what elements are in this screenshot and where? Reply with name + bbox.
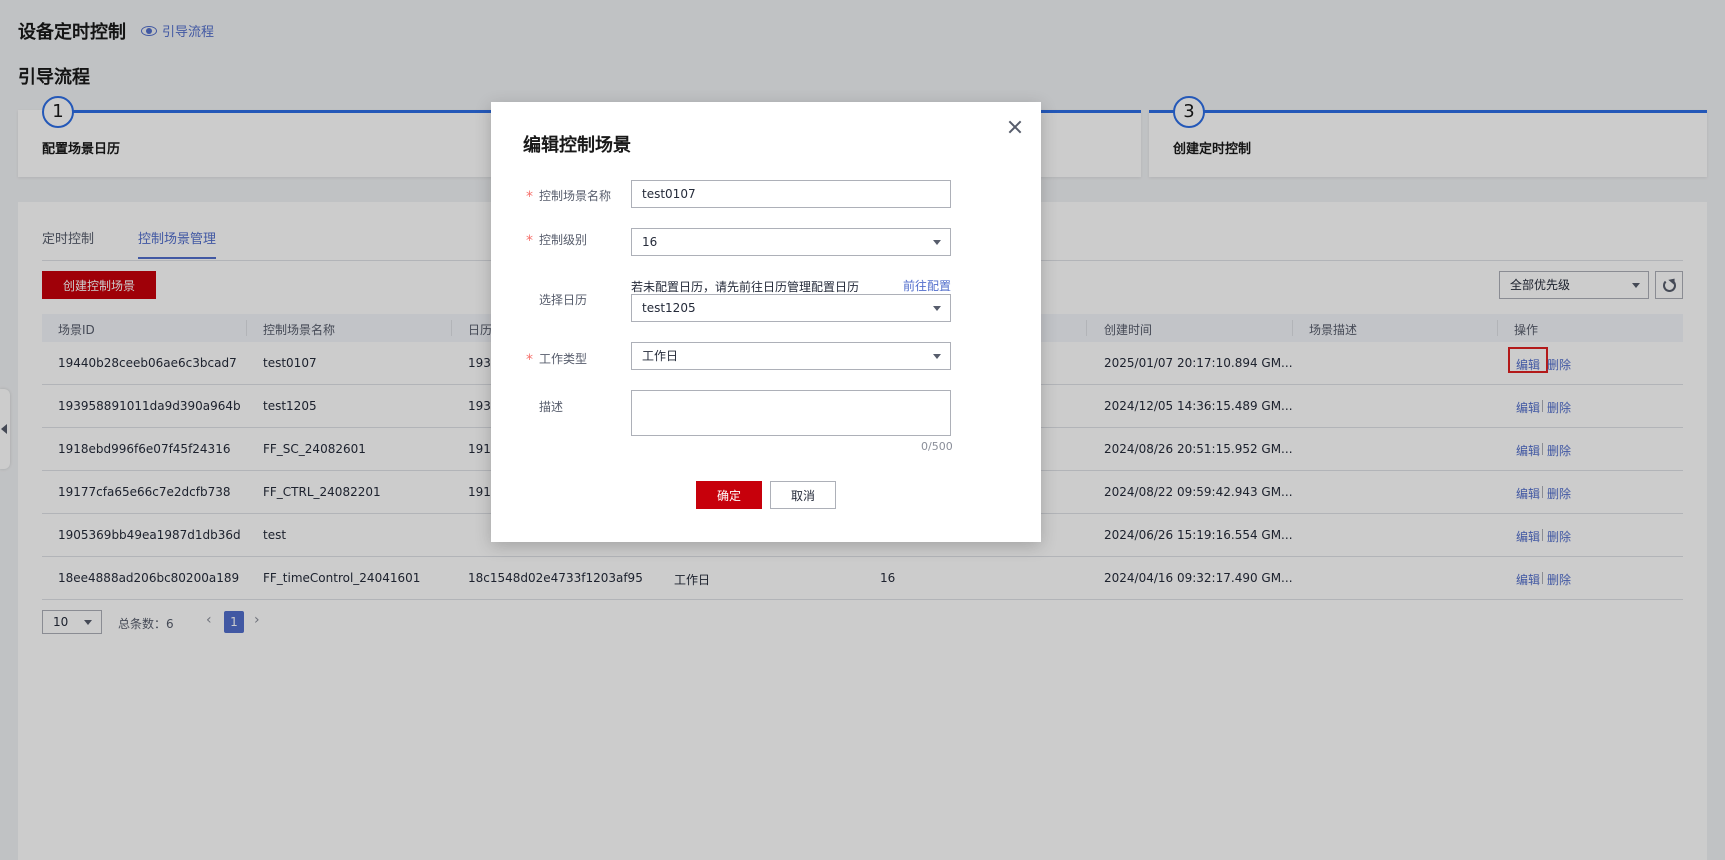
scene-name-label: 控制场景名称 [539, 189, 612, 203]
required-marker-icon: * [526, 189, 533, 205]
confirm-button[interactable]: 确定 [696, 481, 762, 509]
chevron-down-icon [933, 240, 941, 245]
work-type-value: 工作日 [642, 349, 679, 363]
scene-name-input[interactable]: test0107 [631, 180, 951, 208]
edit-scene-dialog: 编辑控制场景 * 控制场景名称 test0107 * 控制级别 16 选择日历 … [491, 102, 1041, 542]
chevron-down-icon [933, 354, 941, 359]
dialog-title: 编辑控制场景 [523, 135, 631, 156]
go-configure-link[interactable]: 前往配置 [903, 277, 951, 294]
work-type-label: 工作类型 [539, 352, 588, 366]
chevron-down-icon [933, 306, 941, 311]
control-level-select[interactable]: 16 [631, 228, 951, 256]
required-marker-icon: * [526, 233, 533, 249]
calendar-value: test1205 [642, 301, 696, 315]
calendar-hint: 若未配置日历，请先前往日历管理配置日历 [631, 280, 860, 294]
close-icon[interactable] [1008, 120, 1022, 134]
required-marker-icon: * [526, 352, 533, 368]
description-textarea[interactable] [631, 390, 951, 436]
page: 设备定时控制 引导流程 引导流程 1 配置场景日历 3 创建定时控制 定时控制 … [0, 0, 1725, 860]
calendar-select[interactable]: test1205 [631, 294, 951, 322]
work-type-select[interactable]: 工作日 [631, 342, 951, 370]
cancel-button[interactable]: 取消 [770, 481, 836, 509]
description-label: 描述 [539, 400, 564, 414]
control-level-value: 16 [642, 235, 658, 249]
calendar-label: 选择日历 [539, 293, 588, 307]
description-char-count: 0/500 [921, 440, 953, 453]
control-level-label: 控制级别 [539, 233, 588, 247]
